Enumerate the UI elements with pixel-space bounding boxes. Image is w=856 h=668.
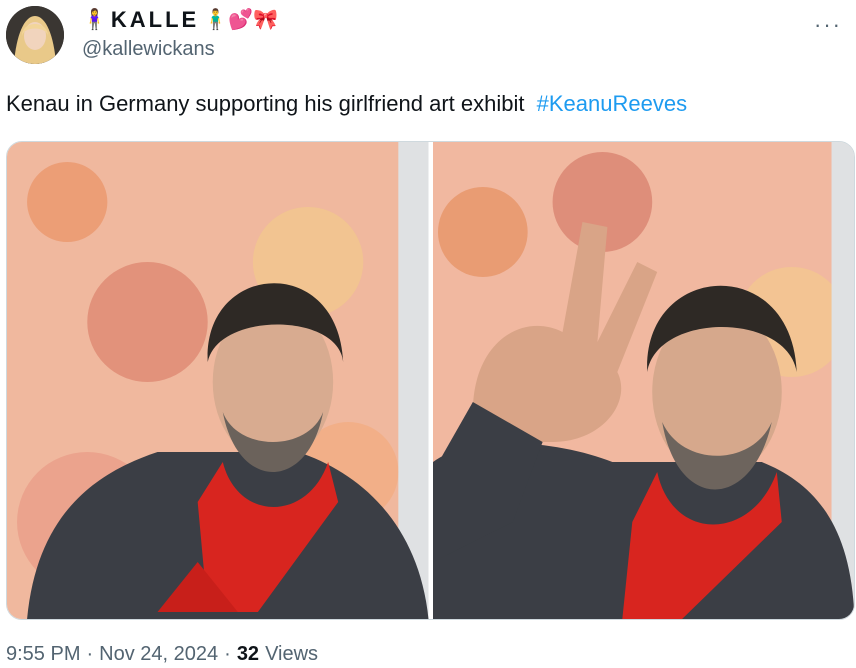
tweet-time[interactable]: 9:55 PM [6,643,80,666]
author-handle[interactable]: @kallewickans [82,38,215,61]
more-horizontal-icon[interactable]: ··· [814,12,842,38]
avatar-image [6,6,64,64]
hashtag-link[interactable]: #KeanuReeves [537,91,687,116]
author-display-name[interactable]: KALLE [111,7,199,33]
tweet-text: Kenau in Germany supporting his girlfrie… [6,91,687,117]
photo-left[interactable] [7,142,429,619]
media-grid [6,141,855,620]
author-name-row[interactable]: 🧍‍♀️ KALLE 🧍‍♂️💕🎀 [82,6,278,34]
meta-separator: · [224,643,231,665]
standing-woman-emoji: 🧍‍♀️ [82,9,107,31]
views-label: Views [265,643,319,665]
tweet-meta: 9:55 PM · Nov 24, 2024 · 32 Views [6,643,318,666]
views-count: 32 [236,643,260,665]
meta-separator: · [86,643,94,665]
tweet-date[interactable]: Nov 24, 2024 [99,643,218,666]
photo-right-image [432,142,854,619]
photo-left-image [7,142,429,619]
photo-right[interactable] [432,142,854,619]
tweet-body: Kenau in Germany supporting his girlfrie… [6,91,525,116]
avatar[interactable] [6,6,64,64]
standing-man-hearts-ribbon-emoji: 🧍‍♂️💕🎀 [203,9,278,31]
